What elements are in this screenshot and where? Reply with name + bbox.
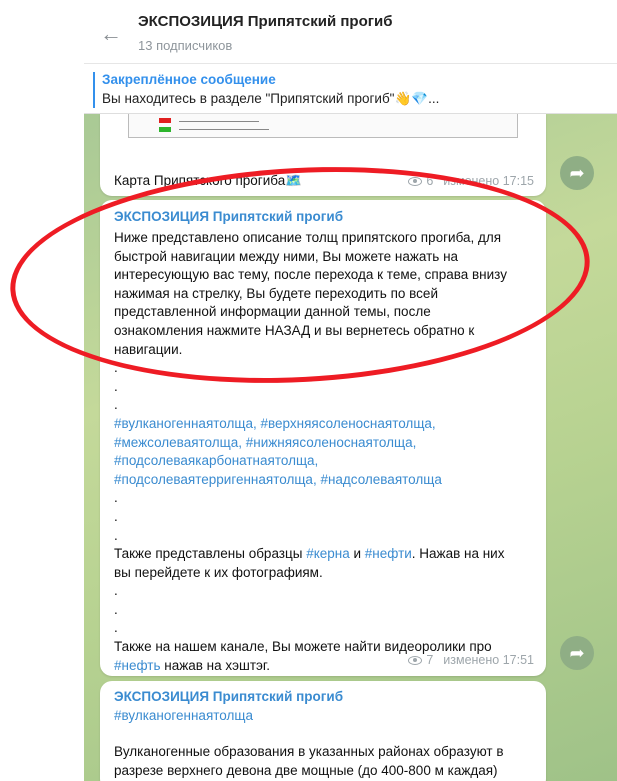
message-navigation[interactable]: ЭКСПОЗИЦИЯ Припятский прогиб Ниже предст… — [100, 200, 546, 676]
pinned-bar — [93, 72, 95, 108]
dot-line: . — [114, 620, 118, 636]
pinned-text: Вы находитесь в разделе "Припятский прог… — [102, 91, 440, 106]
hashtag-link[interactable]: #вулканогеннаятолща — [114, 707, 253, 726]
text-line: вы перейдете к их фотографиям. — [114, 564, 323, 580]
dot-line: . — [114, 583, 118, 599]
message-map[interactable]: Карта Припятского прогиба🗺️ 6 изменено 1… — [100, 114, 546, 196]
text-line: разрезе верхнего девона две мощные (до 4… — [114, 762, 498, 778]
map-image[interactable] — [128, 114, 518, 138]
text-line: Ниже представлено описание толщ припятск… — [114, 230, 502, 245]
dot-line: . — [114, 601, 118, 617]
message-meta: 6 изменено 17:15 — [408, 174, 534, 188]
hashtag-link[interactable]: #нефти — [365, 546, 412, 561]
dot-line: . — [114, 508, 118, 524]
dot-line: . — [114, 378, 118, 394]
message-author: ЭКСПОЗИЦИЯ Припятский прогиб — [114, 689, 344, 704]
edited-time: изменено 17:51 — [443, 653, 534, 667]
text-line: быстрой навигации между ними, Вы можете … — [114, 248, 459, 264]
subscriber-count: 13 подписчиков — [138, 38, 233, 53]
dot-line: . — [114, 490, 118, 506]
message-body: Вулканогенные образования в указанных ра… — [114, 743, 504, 780]
map-caption: Карта Припятского прогиба🗺️ — [114, 173, 303, 188]
text-line: интересующую вас тему, после перехода к … — [114, 267, 507, 283]
hashtag-link[interactable]: #подсолеваятерригеннаятолща, #надсолевая… — [114, 471, 507, 490]
message-intro: Ниже представлено описание толщ припятск… — [114, 229, 507, 675]
hashtag-link[interactable]: #подсолеваякарбонатнаятолща, — [114, 452, 507, 471]
hashtag-link[interactable]: #нефть — [114, 658, 161, 673]
chat-header[interactable]: ← ЭКСПОЗИЦИЯ Припятский прогиб 13 подпис… — [84, 0, 617, 64]
share-arrow-icon[interactable]: ➦ — [560, 636, 594, 670]
pinned-message[interactable]: Закреплённое сообщение Вы находитесь в р… — [84, 64, 617, 114]
text-line: навигации. — [114, 341, 183, 357]
message-volcanic[interactable]: ЭКСПОЗИЦИЯ Припятский прогиб #вулканоген… — [100, 681, 546, 781]
eye-icon — [408, 176, 423, 186]
hashtag-link[interactable]: #керна — [306, 546, 350, 561]
left-pane — [0, 0, 84, 781]
text-line: Также представлены образцы #керна и #неф… — [114, 545, 507, 564]
dot-line: . — [114, 397, 118, 413]
map-legend-green — [159, 127, 171, 132]
view-count: 6 — [426, 174, 434, 188]
dot-line: . — [114, 527, 118, 543]
text-span: Также представлены образцы — [114, 546, 307, 562]
text-line: представленной информации данной темы, п… — [114, 304, 431, 320]
hashtag-link[interactable]: #межсолеваятолща, #нижняясоленоснаятолща… — [114, 434, 507, 453]
text-line: Вулканогенные образования в указанных ра… — [114, 744, 504, 759]
map-legend-line — [179, 121, 259, 122]
chat-title: ЭКСПОЗИЦИЯ Припятский прогиб — [138, 13, 393, 30]
arrow-left-icon[interactable]: ← — [100, 22, 124, 46]
dot-line: . — [114, 360, 118, 376]
hashtag-link[interactable]: #вулканогеннаятолща, #верхняясоленоснаят… — [114, 415, 507, 434]
text-span: нажав на хэштэг. — [160, 657, 270, 673]
message-meta: 7 изменено 17:51 — [408, 653, 534, 667]
text-span: . Нажав на них — [411, 546, 505, 562]
pinned-title: Закреплённое сообщение — [102, 72, 276, 87]
message-author: ЭКСПОЗИЦИЯ Припятский прогиб — [114, 209, 344, 224]
text-span: и — [349, 546, 365, 562]
eye-icon — [408, 655, 423, 665]
map-legend-line — [179, 129, 269, 130]
text-line: ознакомления нажмите НАЗАД и вы вернетес… — [114, 322, 475, 338]
share-arrow-icon[interactable]: ➦ — [560, 156, 594, 190]
text-line: нажимая на стрелку, Вы будете переходить… — [114, 285, 438, 301]
edited-time: изменено 17:15 — [443, 174, 534, 188]
view-count: 7 — [426, 653, 434, 667]
map-legend-red — [159, 118, 171, 123]
